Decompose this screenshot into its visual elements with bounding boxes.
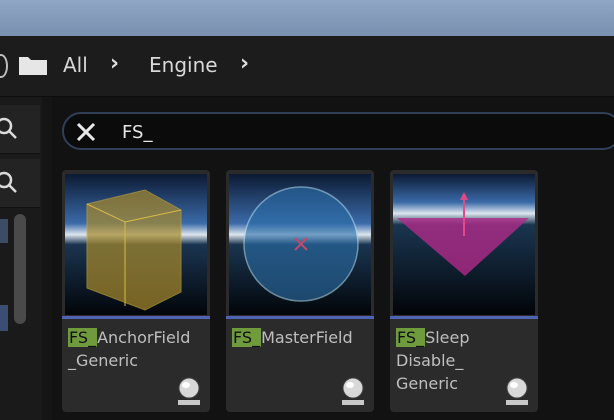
asset-tile[interactable]: FS_AnchorField _Generic [62,170,210,412]
asset-type-bar [62,316,210,319]
search-icon [0,171,17,193]
folder-icon[interactable] [18,54,48,76]
asset-name: FS_AnchorField _Generic [68,328,191,370]
path-bar [0,36,614,97]
asset-type-bar [390,316,538,319]
asset-name: FS_MasterField [232,328,353,347]
history-icon[interactable] [0,54,8,78]
asset-name: FS_Sleep Disable_ Generic [396,328,470,393]
search-sources-button[interactable] [0,105,40,154]
breadcrumb-engine[interactable]: Engine [149,53,218,77]
asset-type-bar [226,316,374,319]
search-paths-button[interactable] [0,159,40,208]
clear-icon[interactable] [74,120,98,144]
chevron-right-icon[interactable]: › [240,51,249,76]
asset-thumbnail [65,174,207,315]
preview-sphere-icon [342,377,364,405]
window-title-bar [0,0,614,36]
breadcrumb-all[interactable]: All [63,53,88,77]
chevron-right-icon[interactable]: › [110,51,119,76]
asset-tile[interactable]: FS_MasterField [226,170,374,412]
sources-scrollbar[interactable] [14,214,26,324]
search-icon [0,117,17,139]
tree-item-selected[interactable] [0,219,8,243]
asset-thumbnail [393,174,535,315]
preview-sphere-icon [178,377,200,405]
tree-item[interactable] [0,305,8,331]
search-box [62,112,614,150]
asset-thumbnail [229,174,371,315]
asset-tile[interactable]: FS_Sleep Disable_ Generic [390,170,538,412]
search-input[interactable] [120,118,564,146]
